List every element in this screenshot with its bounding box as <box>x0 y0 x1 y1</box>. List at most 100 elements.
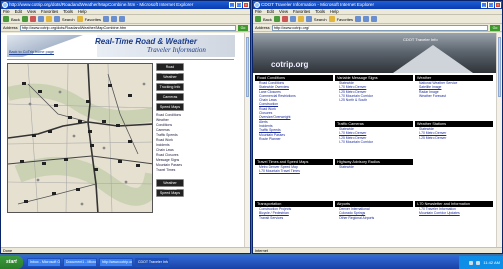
menu-file[interactable]: File <box>3 9 10 14</box>
legend-speed-maps-button[interactable]: Speed Maps <box>156 103 184 111</box>
mail-icon[interactable] <box>111 16 118 22</box>
forward-icon[interactable] <box>273 16 280 22</box>
minimize-button[interactable]: _ <box>229 2 235 8</box>
taskbar-task-active[interactable]: CDOT Traveler Inform... <box>134 258 169 267</box>
maximize-button[interactable]: □ <box>488 2 494 8</box>
scroll-thumb[interactable] <box>498 37 501 97</box>
history-icon[interactable] <box>103 16 110 22</box>
menu-edit[interactable]: Edit <box>15 9 22 14</box>
print-icon[interactable] <box>371 16 378 22</box>
banner-subtitle: Traveler Information <box>147 46 206 54</box>
section-traffic-cameras: Traffic Cameras Statewide I-70 Metro Den… <box>335 121 413 157</box>
home-icon[interactable] <box>297 16 304 22</box>
section-link[interactable]: I-25 North & South <box>335 98 413 102</box>
menu-help[interactable]: Help <box>78 9 87 14</box>
search-label[interactable]: Search <box>314 17 327 22</box>
favorites-icon[interactable] <box>76 16 83 22</box>
lower-speed-maps-button[interactable]: Speed Maps <box>156 189 184 197</box>
section-travel-times: Travel Times and Speed Maps Metro Denver… <box>255 159 333 189</box>
colorado-road-map[interactable] <box>7 63 153 213</box>
back-label[interactable]: Back <box>263 17 272 22</box>
favorites-label[interactable]: Favorites <box>85 17 101 22</box>
home-icon[interactable] <box>45 16 52 22</box>
lower-weather-stations-button[interactable]: Weather Stations <box>156 179 184 191</box>
print-icon[interactable] <box>119 16 126 22</box>
address-label: Address <box>3 25 18 30</box>
left-window-controls: _ □ × <box>229 2 249 8</box>
clock[interactable]: 11:42 AM <box>483 260 500 265</box>
left-scrollbar[interactable] <box>244 33 250 247</box>
section-link[interactable]: I-25 Metro Denver <box>415 136 493 140</box>
search-icon[interactable] <box>305 16 312 22</box>
road-weather-banner: Real-Time Road & Weather Traveler Inform… <box>7 35 235 57</box>
stop-icon[interactable] <box>281 16 288 22</box>
menu-edit[interactable]: Edit <box>267 9 274 14</box>
section-link[interactable]: I-70 Mountain Corridor <box>335 140 413 144</box>
close-button[interactable]: × <box>495 2 501 8</box>
section-road-conditions: Road Conditions Road Conditions Statewid… <box>255 75 333 157</box>
menu-tools[interactable]: Tools <box>315 9 325 14</box>
back-icon[interactable] <box>3 16 9 22</box>
legend-road-conditions-button[interactable]: Road Conditions <box>156 63 184 75</box>
cotrip-logo[interactable]: cotrip.org <box>271 60 308 69</box>
scroll-thumb[interactable] <box>246 37 249 97</box>
history-icon[interactable] <box>355 16 362 22</box>
back-icon[interactable] <box>255 16 261 22</box>
menu-view[interactable]: View <box>27 9 36 14</box>
taskbar-task[interactable]: Inbox - Microsoft Outlook <box>26 258 61 267</box>
address-input[interactable]: http://www.cotrip.org/dots/RoadandWeathe… <box>19 24 236 31</box>
section-weather: Weather National Weather Service Satelli… <box>415 75 493 119</box>
legend-link[interactable]: Travel Times <box>156 168 184 173</box>
right-title-bar[interactable]: CDOT Traveler Information - Microsoft In… <box>253 1 502 9</box>
section-link[interactable]: I-70 Mountain Travel Times <box>255 169 333 173</box>
section-link[interactable]: Other Regional Airports <box>335 216 413 220</box>
menu-favorites[interactable]: Favorites <box>41 9 58 14</box>
menu-file[interactable]: File <box>255 9 262 14</box>
section-link[interactable]: Transit Services <box>255 216 333 220</box>
menu-help[interactable]: Help <box>330 9 339 14</box>
taskbar-task[interactable]: Document1 - Microsoft Word <box>62 258 97 267</box>
back-label[interactable]: Back <box>11 17 20 22</box>
back-home-link[interactable]: Back to CoTrip home page <box>9 50 54 54</box>
go-button[interactable]: Go <box>238 24 248 31</box>
refresh-icon[interactable] <box>289 16 296 22</box>
go-button[interactable]: Go <box>490 24 500 31</box>
stop-icon[interactable] <box>29 16 36 22</box>
mountain-graphic <box>393 45 473 73</box>
close-button[interactable]: × <box>243 2 249 8</box>
section-link[interactable]: Route Planner <box>255 137 333 141</box>
forward-icon[interactable] <box>21 16 28 22</box>
search-icon[interactable] <box>53 16 60 22</box>
menu-favorites[interactable]: Favorites <box>293 9 310 14</box>
mail-icon[interactable] <box>363 16 370 22</box>
legend-weather-stations-button[interactable]: Weather Stations <box>156 73 184 85</box>
left-title-bar[interactable]: http://www.cotrip.org/dots/RoadandWeathe… <box>1 1 250 9</box>
network-icon[interactable] <box>469 260 474 265</box>
refresh-icon[interactable] <box>37 16 44 22</box>
right-scrollbar[interactable] <box>496 33 502 247</box>
favorites-label[interactable]: Favorites <box>337 17 353 22</box>
map-graphic <box>8 64 152 212</box>
menu-tools[interactable]: Tools <box>63 9 73 14</box>
legend-link[interactable]: Weather Conditions <box>156 118 184 128</box>
legend-cameras-button[interactable]: Cameras <box>156 93 184 101</box>
favorites-icon[interactable] <box>328 16 335 22</box>
right-status-bar: Internet <box>253 247 502 253</box>
section-link[interactable]: Statewide <box>335 165 413 169</box>
minimize-button[interactable]: _ <box>481 2 487 8</box>
volume-icon[interactable] <box>476 260 481 265</box>
search-label[interactable]: Search <box>62 17 75 22</box>
section-airports: Airports Denver International Colorado S… <box>335 201 413 241</box>
address-input[interactable]: http://www.cotrip.org/ <box>271 24 488 31</box>
maximize-button[interactable]: □ <box>236 2 242 8</box>
address-label: Address <box>255 25 270 30</box>
section-highway-radio: Highway Advisory Radios Statewide <box>335 159 413 189</box>
legend-trucking-button[interactable]: Trucking Info <box>156 83 184 91</box>
section-link[interactable]: Weather Forecast <box>415 94 493 98</box>
menu-view[interactable]: View <box>279 9 288 14</box>
section-link[interactable]: Mountain Corridor Updates <box>415 211 493 215</box>
windows-taskbar: start Inbox - Microsoft Outlook Document… <box>0 256 503 269</box>
taskbar-task[interactable]: http://www.cotrip.org... <box>98 258 133 267</box>
right-window-controls: _ □ × <box>481 2 501 8</box>
start-button[interactable]: start <box>0 256 23 269</box>
